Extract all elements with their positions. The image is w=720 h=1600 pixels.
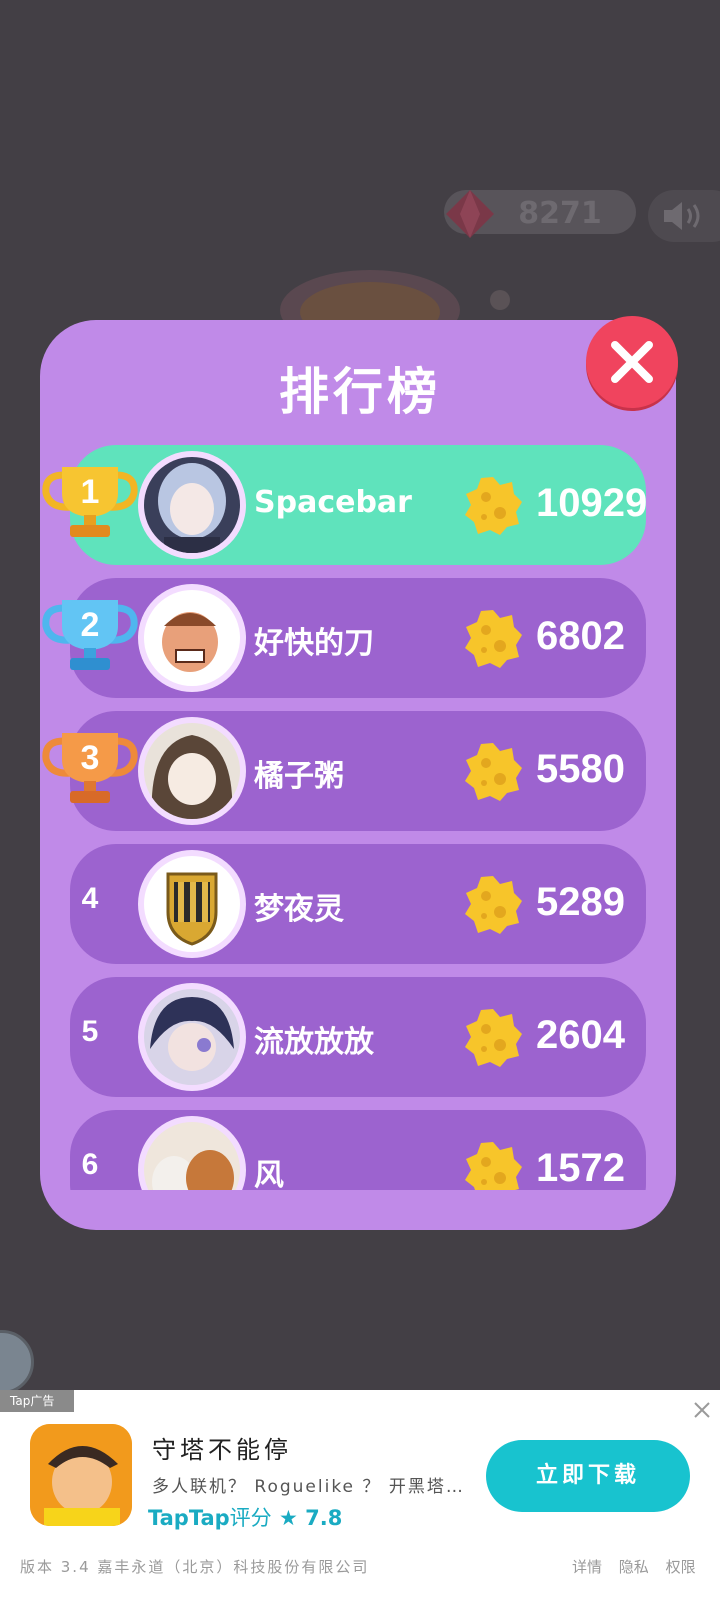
player-name: 梦夜灵 xyxy=(254,892,344,927)
download-button[interactable]: 立即下载 xyxy=(486,1440,690,1512)
ad-app-icon-image xyxy=(30,1424,132,1526)
close-icon xyxy=(611,341,653,383)
leaderboard-list[interactable]: 1 Spacebar 10929 2 好快的刀 6802 3 橘子粥 5580 … xyxy=(40,440,676,1190)
avatar-image xyxy=(144,989,240,1085)
background-mascot xyxy=(280,270,510,330)
leaderboard-row[interactable]: 4 梦夜灵 5289 xyxy=(70,844,646,964)
ad-description: 多人联机？ Roguelike ？ 开黑塔防！ xyxy=(152,1477,472,1497)
sound-button[interactable] xyxy=(648,190,720,242)
player-name: 流放放放 xyxy=(254,1025,374,1060)
speaker-icon xyxy=(664,202,700,230)
avatar-image xyxy=(144,856,240,952)
ad-footer: 版本 3.4 嘉丰永道（北京）科技股份有限公司 xyxy=(20,1558,370,1576)
coin-icon xyxy=(465,1142,522,1190)
rank-number: 1 xyxy=(81,473,100,511)
rank-number: 3 xyxy=(81,739,100,777)
player-name: 风 xyxy=(254,1158,284,1190)
leaderboard-row[interactable]: 6 风 1572 xyxy=(70,1110,646,1190)
player-score: 6802 xyxy=(536,614,625,658)
avatar-image xyxy=(144,1122,240,1190)
star-icon: ★ xyxy=(278,1506,298,1530)
rating-value: 7.8 xyxy=(305,1506,343,1530)
avatar[interactable] xyxy=(138,451,246,559)
ad-links: 详情 隐私 权限 xyxy=(560,1556,696,1577)
player-score: 5289 xyxy=(536,880,625,924)
silver-trophy-icon: 2 xyxy=(42,600,138,670)
ad-tag: Tap广告 xyxy=(0,1390,74,1412)
coin-icon xyxy=(465,610,522,668)
leaderboard-row[interactable]: 5 流放放放 2604 xyxy=(70,977,646,1097)
ad-app-icon[interactable] xyxy=(30,1424,132,1526)
ad-app-name[interactable]: 守塔不能停 xyxy=(152,1430,292,1465)
close-button[interactable] xyxy=(586,316,678,408)
player-name: 橘子粥 xyxy=(254,759,344,794)
ad-close-icon[interactable] xyxy=(692,1400,712,1420)
player-score: 10929 xyxy=(536,481,648,525)
rank-number: 6 xyxy=(81,1148,99,1181)
leaderboard-row[interactable]: 1 Spacebar 10929 xyxy=(42,445,648,565)
details-link[interactable]: 详情 xyxy=(572,1558,602,1576)
player-name: Spacebar xyxy=(254,485,412,520)
avatar[interactable] xyxy=(138,850,246,958)
privacy-link[interactable]: 隐私 xyxy=(619,1558,649,1576)
coin-icon xyxy=(465,743,522,801)
bronze-trophy-icon: 3 xyxy=(42,733,138,803)
gold-trophy-icon: 1 xyxy=(42,467,138,537)
avatar[interactable] xyxy=(138,717,246,825)
leaderboard-row[interactable]: 3 橘子粥 5580 xyxy=(42,711,646,831)
player-score: 1572 xyxy=(536,1146,625,1190)
avatar[interactable] xyxy=(138,584,246,692)
coin-icon xyxy=(465,1009,522,1067)
player-score: 2604 xyxy=(536,1013,625,1057)
permissions-link[interactable]: 权限 xyxy=(666,1558,696,1576)
avatar-image xyxy=(144,590,240,686)
coin-icon xyxy=(465,477,522,535)
avatar[interactable] xyxy=(138,983,246,1091)
leaderboard-row[interactable]: 2 好快的刀 6802 xyxy=(42,578,646,698)
rating-brand: TapTap xyxy=(148,1506,230,1530)
player-name: 好快的刀 xyxy=(254,626,374,661)
gem-count: 8271 xyxy=(518,196,602,231)
gem-icon xyxy=(446,190,494,238)
rank-number: 5 xyxy=(81,1015,99,1048)
avatar-image xyxy=(144,457,240,557)
avatar[interactable] xyxy=(138,1116,246,1190)
player-score: 5580 xyxy=(536,747,625,791)
ad-rating: TapTap评分 ★ 7.8 xyxy=(148,1502,342,1532)
rank-number: 2 xyxy=(81,606,100,644)
rank-number: 4 xyxy=(81,882,99,915)
avatar-image xyxy=(144,723,240,819)
coin-icon xyxy=(465,876,522,934)
rating-label: 评分 xyxy=(229,1506,272,1530)
